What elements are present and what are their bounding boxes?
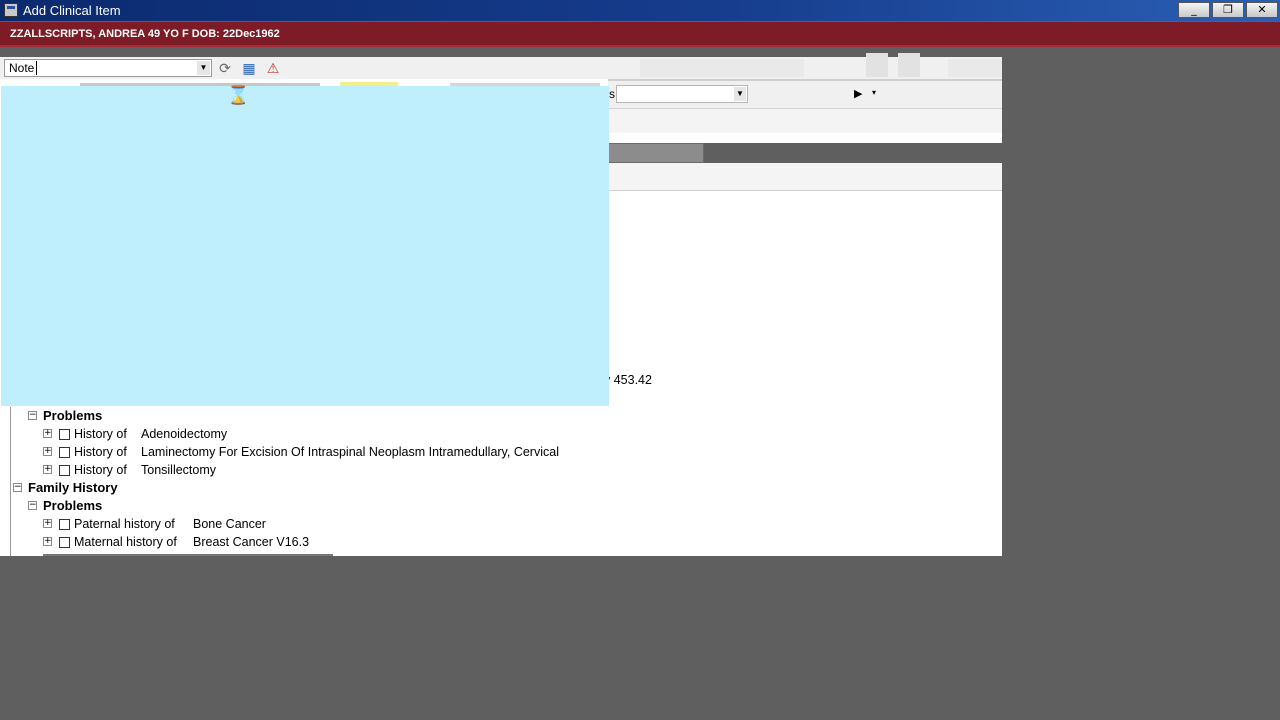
item-checkbox[interactable] (59, 447, 70, 458)
window-title-bar[interactable]: Add Clinical Item _ ❐ ✕ (0, 0, 1280, 21)
expand-icon[interactable]: + (43, 429, 52, 438)
item-name: Adenoidectomy (141, 427, 228, 441)
item-prefix: History of (74, 427, 127, 441)
item-prefix: History of (74, 445, 127, 459)
collapse-icon[interactable]: − (28, 411, 37, 420)
expand-icon[interactable]: + (43, 465, 52, 474)
item-name: Tonsillectomy (141, 463, 217, 477)
tree-guide-line (10, 407, 11, 556)
tree-group-label: Problems (43, 498, 103, 513)
item-checkbox[interactable] (59, 519, 70, 530)
collapse-icon[interactable]: − (28, 501, 37, 510)
app-icon[interactable] (4, 3, 18, 17)
item-checkbox[interactable] (59, 537, 70, 548)
close-button[interactable]: ✕ (1246, 2, 1278, 18)
patient-info: ZZALLSCRIPTS, ANDREA 49 YO F DOB: 22Dec1… (10, 28, 280, 40)
main-panel: Note ▼ ⟳ ▦ ⚠ s ▼ ▶ ▾ y 453.42 − Problems (0, 53, 1002, 556)
expand-icon[interactable]: + (43, 519, 52, 528)
toolbar-artifact (80, 83, 320, 86)
item-checkbox[interactable] (59, 465, 70, 476)
minimize-button[interactable]: _ (1178, 2, 1210, 18)
tree-group-label: Problems (43, 408, 103, 423)
item-name: Breast Cancer V16.3 (193, 535, 310, 549)
clipped-row-artifact (43, 554, 333, 556)
hourglass-icon: ⌛ (227, 85, 250, 105)
loading-overlay (1, 86, 609, 406)
item-prefix: Paternal history of (74, 517, 175, 531)
window-title: Add Clinical Item (23, 3, 121, 18)
item-prefix: Maternal history of (74, 535, 177, 549)
tree-item-partial[interactable]: y 453.42 (604, 371, 652, 389)
collapse-icon[interactable]: − (13, 483, 22, 492)
item-prefix: History of (74, 463, 127, 477)
item-name: Laminectomy For Excision Of Intraspinal … (141, 445, 559, 459)
tree-section-label: Family History (28, 480, 118, 495)
item-name: Bone Cancer (193, 517, 266, 531)
item-checkbox[interactable] (59, 429, 70, 440)
expand-icon[interactable]: + (43, 447, 52, 456)
maximize-button[interactable]: ❐ (1212, 2, 1244, 18)
expand-icon[interactable]: + (43, 537, 52, 546)
toolbar-artifact (340, 82, 398, 86)
toolbar-artifact (450, 83, 600, 86)
patient-banner: ZZALLSCRIPTS, ANDREA 49 YO F DOB: 22Dec1… (0, 22, 1280, 47)
